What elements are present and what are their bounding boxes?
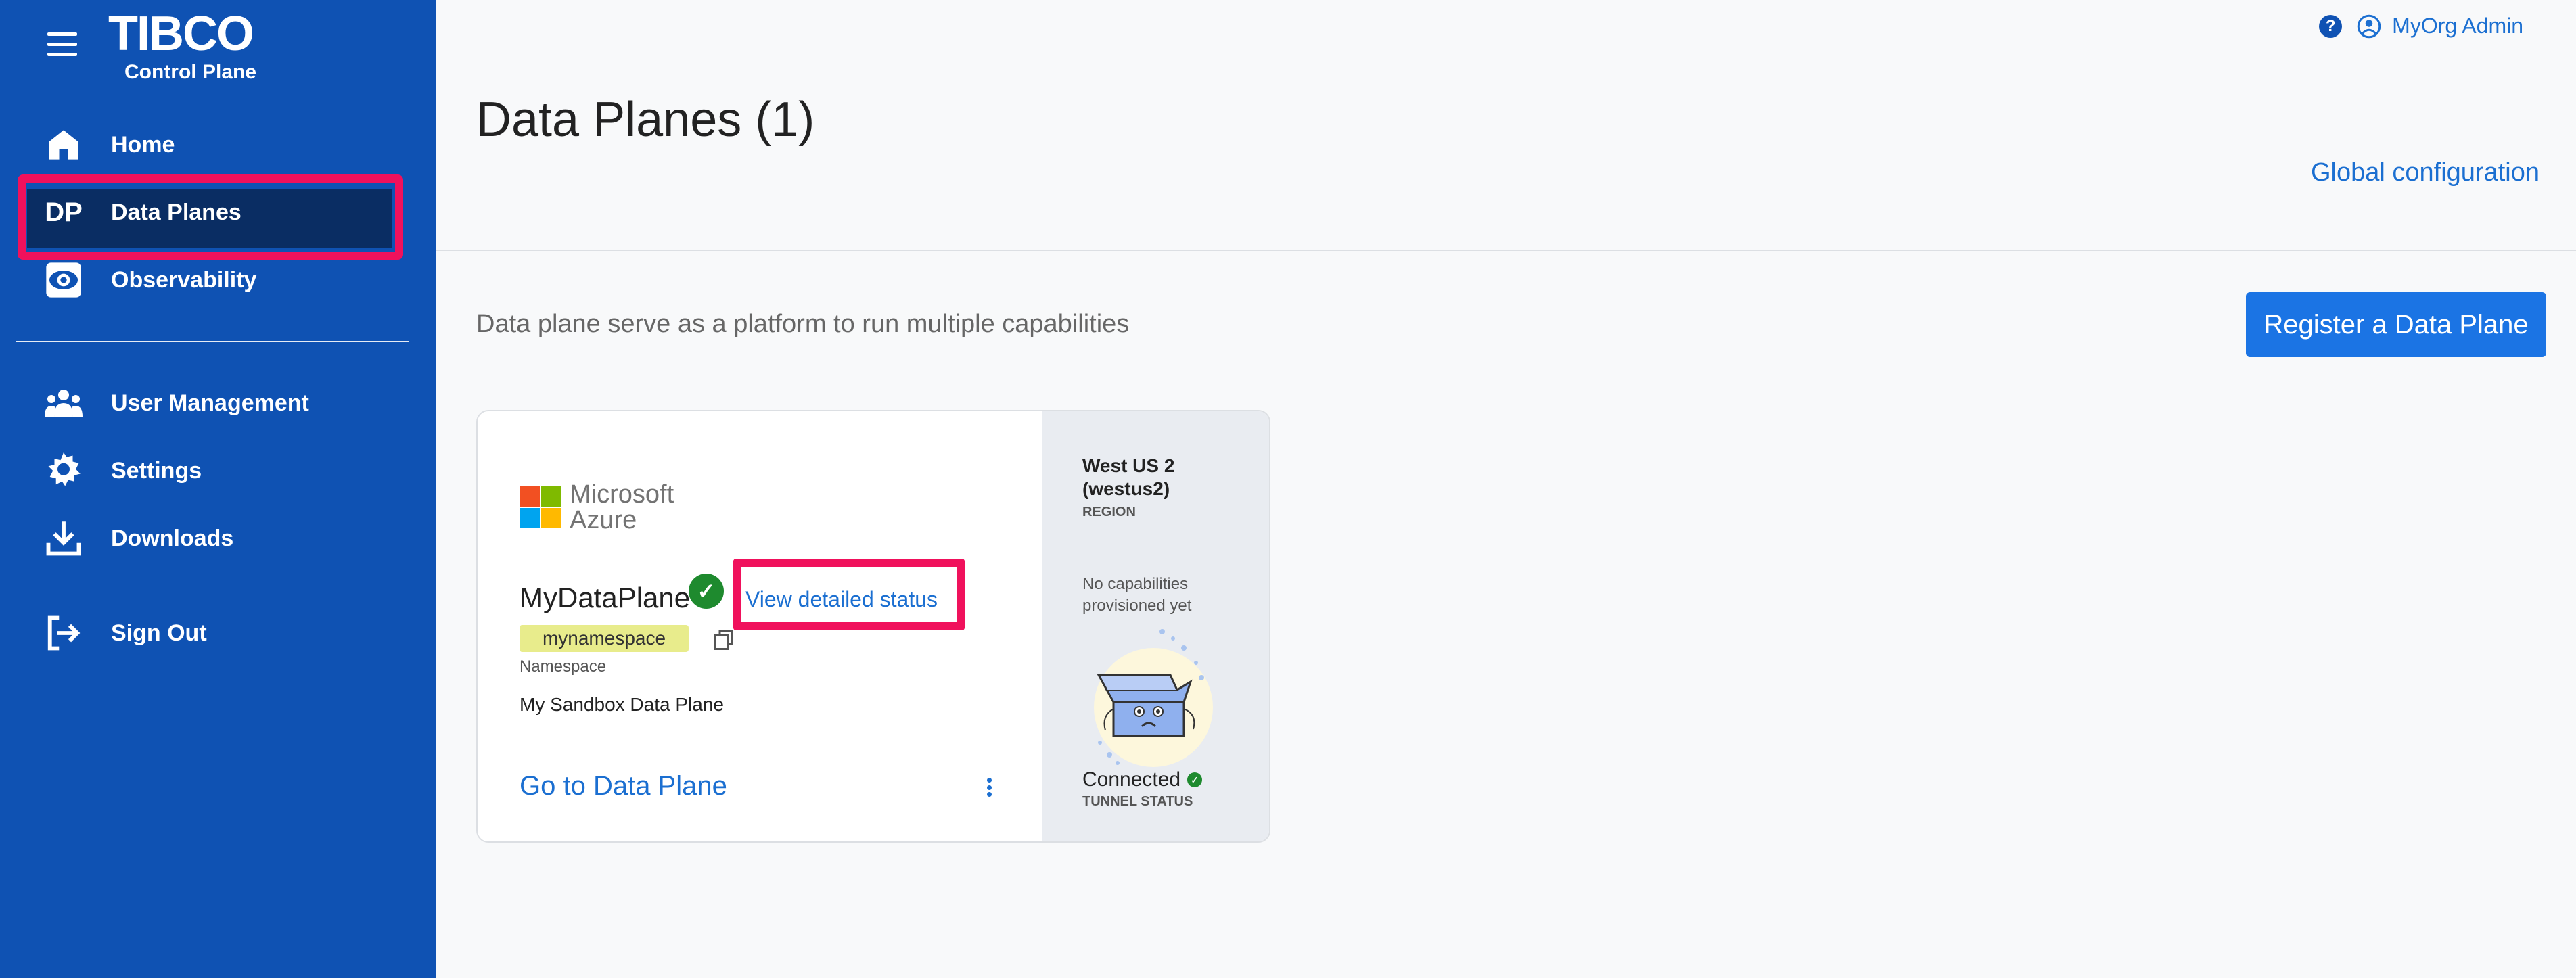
tunnel-status: Connected ✓: [1082, 768, 1203, 791]
copy-icon[interactable]: [712, 628, 736, 652]
region-label: REGION: [1082, 505, 1136, 519]
sidebar-item-sign-out[interactable]: Sign Out: [0, 606, 436, 660]
global-configuration-link[interactable]: Global configuration: [2311, 158, 2539, 187]
page-title: Data Planes (1): [476, 93, 815, 147]
user-menu[interactable]: MyOrg Admin: [2357, 14, 2523, 39]
page-subtitle: Data plane serve as a platform to run mu…: [476, 310, 1130, 338]
microsoft-logo-icon: [520, 486, 561, 528]
connected-check-icon: ✓: [1187, 772, 1203, 787]
sidebar-item-user-management[interactable]: User Management: [0, 376, 436, 430]
data-plane-description: My Sandbox Data Plane: [520, 694, 724, 715]
register-data-plane-button[interactable]: Register a Data Plane: [2246, 292, 2546, 357]
sidebar-item-label: User Management: [111, 390, 309, 416]
brand-subtitle: Control Plane: [124, 61, 257, 83]
gear-icon: [43, 450, 84, 491]
region-name: West US 2 (westus2): [1082, 455, 1175, 499]
user-name: MyOrg Admin: [2392, 14, 2523, 38]
sidebar-item-label: Sign Out: [111, 620, 207, 646]
provider-name-line1: Microsoft: [570, 480, 674, 509]
users-icon: [43, 383, 84, 423]
data-plane-name: MyDataPlane: [520, 582, 691, 613]
data-plane-card: Microsoft Azure MyDataPlane ✓ View detai…: [476, 410, 1270, 843]
tunnel-status-label: TUNNEL STATUS: [1082, 794, 1193, 809]
download-icon: [43, 518, 84, 559]
provider-name-line2: Azure: [570, 506, 637, 534]
namespace-label: Namespace: [520, 657, 607, 676]
sidebar-item-label: Settings: [111, 457, 202, 484]
user-icon: [2357, 14, 2381, 38]
check-circle-icon: ✓: [689, 574, 724, 609]
capabilities-status: No capabilities provisioned yet: [1082, 575, 1192, 615]
dp-icon: DP: [45, 197, 83, 227]
tunnel-status-value: Connected: [1082, 768, 1181, 791]
namespace-badge: mynamespace: [520, 625, 689, 652]
sidebar-item-label: Observability: [111, 266, 257, 293]
home-icon: [43, 124, 84, 165]
sidebar-item-home[interactable]: Home: [0, 118, 436, 172]
help-icon[interactable]: ?: [2319, 14, 2343, 38]
sign-out-icon: [43, 613, 84, 653]
sidebar-item-label: Downloads: [111, 525, 234, 551]
empty-box-illustration: [1082, 628, 1224, 770]
view-detailed-status-link[interactable]: View detailed status: [745, 587, 938, 612]
hamburger-menu-icon[interactable]: [47, 32, 77, 57]
header-divider: [436, 250, 2576, 251]
brand-name: TIBCO: [108, 7, 254, 61]
top-bar: ? MyOrg Admin: [2319, 14, 2523, 39]
sidebar-item-downloads[interactable]: Downloads: [0, 511, 436, 565]
sidebar-item-data-planes[interactable]: DP Data Planes: [0, 185, 436, 248]
brand-logo: TIBCO Control Plane: [108, 7, 256, 84]
observability-icon: [43, 260, 84, 300]
sidebar: TIBCO Control Plane Home DP Data Planes …: [0, 0, 436, 978]
sidebar-item-label: Data Planes: [111, 199, 242, 225]
sidebar-divider: [16, 341, 409, 342]
card-status-panel: West US 2 (westus2) REGION No capabiliti…: [1042, 411, 1269, 841]
more-options-icon[interactable]: [982, 774, 996, 801]
azure-logo: Microsoft Azure: [520, 482, 674, 533]
sidebar-item-observability[interactable]: Observability: [0, 253, 436, 307]
sidebar-item-settings[interactable]: Settings: [0, 444, 436, 498]
sidebar-item-label: Home: [111, 131, 175, 158]
go-to-data-plane-link[interactable]: Go to Data Plane: [520, 771, 727, 801]
